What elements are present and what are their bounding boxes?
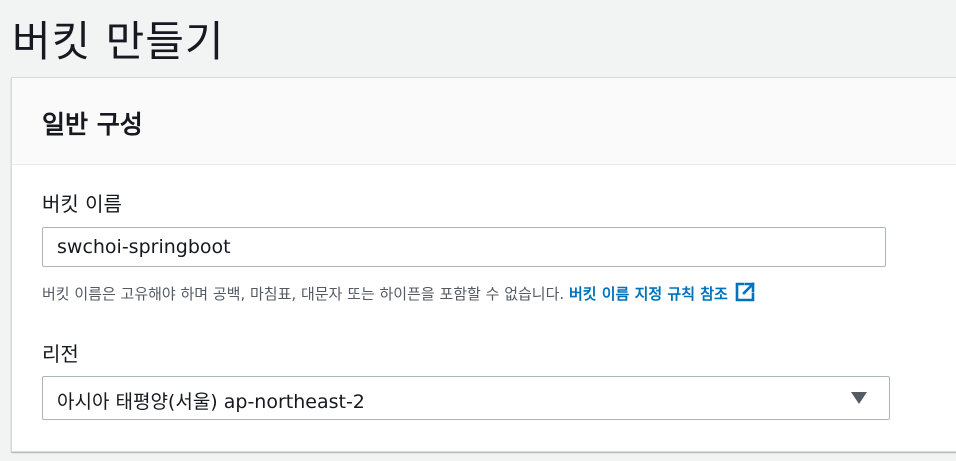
general-config-panel: 일반 구성 버킷 이름 버킷 이름은 고유해야 하며 공백, 마침표, 대문자 …: [11, 77, 956, 452]
bucket-name-label: 버킷 이름: [42, 192, 122, 216]
bucket-naming-rules-link-label: 버킷 이름 지정 규칙 참조: [568, 285, 728, 303]
region-select[interactable]: 아시아 태평양(서울) ap-northeast-2: [42, 376, 890, 420]
bucket-name-input[interactable]: [42, 227, 886, 267]
region-select-value: 아시아 태평양(서울) ap-northeast-2: [57, 391, 365, 413]
bucket-name-hint: 버킷 이름은 고유해야 하며 공백, 마침표, 대문자 또는 하이픈을 포함할 …: [42, 281, 756, 304]
caret-down-icon: [851, 392, 867, 404]
bucket-naming-rules-link[interactable]: 버킷 이름 지정 규칙 참조: [568, 282, 756, 303]
panel-header-title: 일반 구성: [42, 110, 143, 139]
panel-header: 일반 구성: [12, 78, 956, 165]
external-link-icon: [735, 282, 755, 302]
page-title: 버킷 만들기: [12, 17, 225, 66]
bucket-name-hint-text: 버킷 이름은 고유해야 하며 공백, 마침표, 대문자 또는 하이픈을 포함할 …: [42, 285, 569, 303]
region-label: 리전: [42, 342, 79, 366]
